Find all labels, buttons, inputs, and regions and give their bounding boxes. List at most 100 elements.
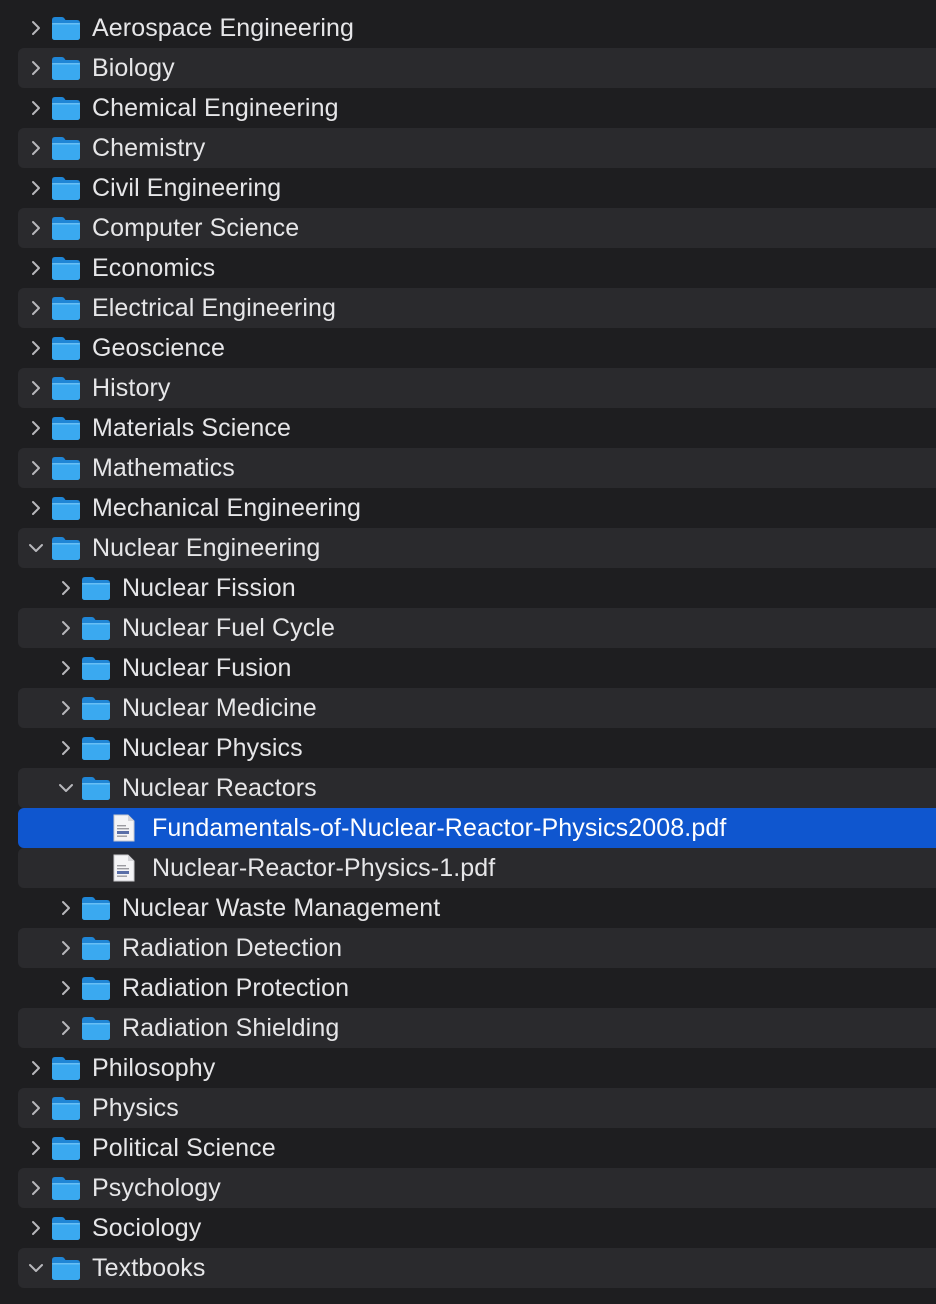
chevron-right-icon[interactable] [56, 1018, 76, 1038]
chevron-down-icon[interactable] [26, 1258, 46, 1278]
item-label: Electrical Engineering [92, 294, 336, 322]
file-row-nuclear-reactor-physics-1-pdf[interactable]: Nuclear-Reactor-Physics-1.pdf [18, 848, 936, 888]
item-label: Nuclear Medicine [122, 694, 317, 722]
folder-row-radiation-protection[interactable]: Radiation Protection [18, 968, 936, 1008]
folder-row-nuclear-fusion[interactable]: Nuclear Fusion [18, 648, 936, 688]
chevron-right-icon[interactable] [26, 298, 46, 318]
pdf-file-icon [113, 814, 135, 842]
chevron-right-icon[interactable] [26, 1098, 46, 1118]
chevron-right-icon[interactable] [26, 1218, 46, 1238]
item-label: Radiation Detection [122, 934, 343, 962]
chevron-right-icon[interactable] [26, 338, 46, 358]
file-row-fundamentals-of-nuclear-reactor-physics2008-pdf[interactable]: Fundamentals-of-Nuclear-Reactor-Physics2… [18, 808, 936, 848]
chevron-right-icon[interactable] [56, 658, 76, 678]
chevron-right-icon[interactable] [26, 458, 46, 478]
item-label: Chemistry [92, 134, 206, 162]
chevron-right-icon[interactable] [56, 978, 76, 998]
folder-icon [52, 1137, 80, 1160]
folder-icon [52, 497, 80, 520]
folder-row-political-science[interactable]: Political Science [18, 1128, 936, 1168]
folder-row-sociology[interactable]: Sociology [18, 1208, 936, 1248]
folder-icon [52, 377, 80, 400]
chevron-right-icon[interactable] [26, 1058, 46, 1078]
folder-icon [82, 697, 110, 720]
folder-row-radiation-shielding[interactable]: Radiation Shielding [18, 1008, 936, 1048]
folder-row-nuclear-engineering[interactable]: Nuclear Engineering [18, 528, 936, 568]
folder-icon [82, 897, 110, 920]
item-label: Chemical Engineering [92, 94, 339, 122]
folder-icon [52, 97, 80, 120]
item-label: Civil Engineering [92, 174, 282, 202]
folder-icon [82, 777, 110, 800]
folder-row-chemical-engineering[interactable]: Chemical Engineering [18, 88, 936, 128]
chevron-right-icon[interactable] [56, 578, 76, 598]
chevron-right-icon[interactable] [56, 738, 76, 758]
folder-icon [82, 937, 110, 960]
folder-row-civil-engineering[interactable]: Civil Engineering [18, 168, 936, 208]
folder-icon [52, 457, 80, 480]
folder-icon [52, 1057, 80, 1080]
chevron-right-icon[interactable] [26, 18, 46, 38]
item-label: Materials Science [92, 414, 292, 442]
folder-row-geoscience[interactable]: Geoscience [18, 328, 936, 368]
folder-icon [82, 577, 110, 600]
folder-row-computer-science[interactable]: Computer Science [18, 208, 936, 248]
item-label: Nuclear-Reactor-Physics-1.pdf [152, 854, 496, 882]
folder-row-psychology[interactable]: Psychology [18, 1168, 936, 1208]
chevron-right-icon[interactable] [26, 378, 46, 398]
chevron-right-icon[interactable] [26, 498, 46, 518]
folder-row-chemistry[interactable]: Chemistry [18, 128, 936, 168]
folder-icon [52, 177, 80, 200]
folder-icon [52, 137, 80, 160]
folder-icon [52, 257, 80, 280]
chevron-right-icon[interactable] [26, 1178, 46, 1198]
chevron-right-icon[interactable] [56, 618, 76, 638]
folder-row-materials-science[interactable]: Materials Science [18, 408, 936, 448]
item-label: Physics [92, 1094, 179, 1122]
item-label: History [92, 374, 171, 402]
folder-icon [52, 1097, 80, 1120]
chevron-right-icon[interactable] [26, 138, 46, 158]
folder-row-radiation-detection[interactable]: Radiation Detection [18, 928, 936, 968]
folder-row-physics[interactable]: Physics [18, 1088, 936, 1128]
chevron-right-icon[interactable] [26, 218, 46, 238]
folder-row-electrical-engineering[interactable]: Electrical Engineering [18, 288, 936, 328]
folder-icon [52, 417, 80, 440]
folder-row-biology[interactable]: Biology [18, 48, 936, 88]
chevron-right-icon[interactable] [26, 58, 46, 78]
chevron-down-icon[interactable] [56, 778, 76, 798]
folder-row-aerospace-engineering[interactable]: Aerospace Engineering [18, 8, 936, 48]
folder-row-mechanical-engineering[interactable]: Mechanical Engineering [18, 488, 936, 528]
item-label: Textbooks [92, 1254, 206, 1282]
folder-row-nuclear-physics[interactable]: Nuclear Physics [18, 728, 936, 768]
chevron-right-icon[interactable] [26, 178, 46, 198]
folder-icon [82, 977, 110, 1000]
folder-row-nuclear-reactors[interactable]: Nuclear Reactors [18, 768, 936, 808]
folder-row-nuclear-fuel-cycle[interactable]: Nuclear Fuel Cycle [18, 608, 936, 648]
chevron-right-icon[interactable] [56, 698, 76, 718]
chevron-down-icon[interactable] [26, 538, 46, 558]
folder-row-history[interactable]: History [18, 368, 936, 408]
folder-row-nuclear-medicine[interactable]: Nuclear Medicine [18, 688, 936, 728]
folder-row-nuclear-fission[interactable]: Nuclear Fission [18, 568, 936, 608]
chevron-right-icon[interactable] [26, 98, 46, 118]
item-label: Nuclear Fuel Cycle [122, 614, 335, 642]
chevron-right-icon[interactable] [56, 898, 76, 918]
item-label: Philosophy [92, 1054, 216, 1082]
chevron-right-icon[interactable] [26, 1138, 46, 1158]
item-label: Political Science [92, 1134, 276, 1162]
item-label: Biology [92, 54, 175, 82]
folder-icon [52, 57, 80, 80]
folder-icon [52, 17, 80, 40]
item-label: Mechanical Engineering [92, 494, 362, 522]
folder-row-philosophy[interactable]: Philosophy [18, 1048, 936, 1088]
folder-row-nuclear-waste-management[interactable]: Nuclear Waste Management [18, 888, 936, 928]
folder-row-mathematics[interactable]: Mathematics [18, 448, 936, 488]
folder-row-textbooks[interactable]: Textbooks [18, 1248, 936, 1288]
chevron-right-icon[interactable] [26, 418, 46, 438]
chevron-right-icon[interactable] [26, 258, 46, 278]
chevron-right-icon[interactable] [56, 938, 76, 958]
item-label: Nuclear Fission [122, 574, 296, 602]
pdf-file-icon [113, 854, 135, 882]
folder-row-economics[interactable]: Economics [18, 248, 936, 288]
